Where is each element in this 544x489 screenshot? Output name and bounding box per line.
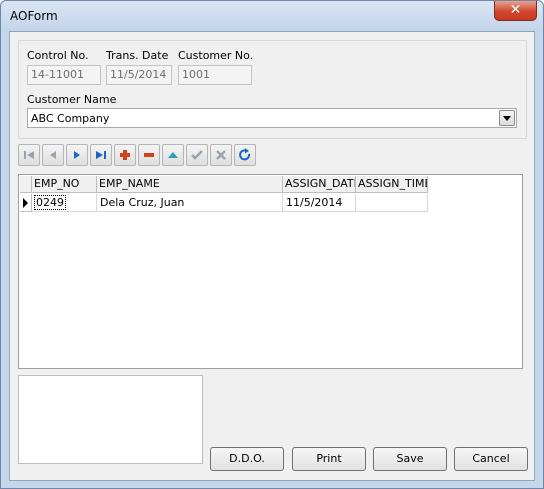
edit-record-button[interactable] [162, 144, 184, 166]
header-panel: Control No. 14-11001 Trans. Date 11/5/20… [18, 40, 527, 139]
employee-grid[interactable]: EMP_NO EMP_NAME ASSIGN_DATE ASSIGN_TIME … [18, 174, 523, 369]
current-row-icon [23, 198, 28, 208]
edit-icon [168, 152, 178, 158]
control-no-label: Control No. [27, 49, 89, 62]
last-icon [96, 151, 106, 159]
insert-record-button[interactable] [114, 144, 136, 166]
first-icon [24, 151, 34, 159]
trans-date-field[interactable]: 11/5/2014 [106, 65, 172, 85]
row-indicator[interactable] [20, 194, 32, 212]
prior-icon [50, 151, 56, 159]
column-header-emp-name[interactable]: EMP_NAME [97, 176, 283, 193]
column-header-emp-no[interactable]: EMP_NO [32, 176, 97, 193]
table-cell-assign-date[interactable]: 11/5/2014 [283, 194, 356, 212]
trans-date-label: Trans. Date [106, 49, 169, 62]
app-window: AOForm ✕ Control No. 14-11001 Trans. Dat… [0, 0, 544, 489]
prior-record-button[interactable] [42, 144, 64, 166]
ddo-button[interactable]: D.D.O. [210, 447, 284, 471]
post-record-button[interactable] [186, 144, 208, 166]
save-button[interactable]: Save [373, 447, 447, 471]
refresh-icon [239, 148, 251, 161]
post-icon [191, 150, 203, 160]
last-record-button[interactable] [90, 144, 112, 166]
focused-cell-value: 0249 [34, 195, 66, 210]
grid-corner [20, 176, 32, 193]
print-button[interactable]: Print [292, 447, 366, 471]
window-title: AOForm [10, 9, 58, 23]
chevron-down-icon[interactable] [499, 110, 515, 126]
cancel-icon [216, 150, 226, 160]
memo-box[interactable] [18, 375, 203, 464]
delete-icon [144, 153, 154, 157]
table-cell-assign-time[interactable] [356, 194, 428, 212]
customer-no-field[interactable]: 1001 [178, 65, 252, 85]
column-header-assign-date[interactable]: ASSIGN_DATE [283, 176, 356, 193]
control-no-field[interactable]: 14-11001 [27, 65, 101, 85]
cancel-edit-button[interactable] [210, 144, 232, 166]
title-bar[interactable]: AOForm ✕ [1, 1, 543, 31]
customer-name-combo[interactable]: ABC Company [27, 108, 517, 128]
cancel-button[interactable]: Cancel [454, 447, 528, 471]
first-record-button[interactable] [18, 144, 40, 166]
customer-name-value: ABC Company [31, 112, 110, 125]
insert-icon [120, 150, 130, 160]
form-client-area: Control No. 14-11001 Trans. Date 11/5/20… [9, 31, 535, 481]
delete-record-button[interactable] [138, 144, 160, 166]
customer-no-label: Customer No. [178, 49, 254, 62]
customer-name-label: Customer Name [27, 93, 117, 106]
close-button[interactable]: ✕ [494, 1, 537, 21]
next-record-button[interactable] [66, 144, 88, 166]
table-cell-emp-no[interactable]: 0249 [32, 194, 97, 212]
refresh-button[interactable] [234, 144, 256, 166]
column-header-assign-time[interactable]: ASSIGN_TIME [356, 176, 428, 193]
next-icon [74, 151, 80, 159]
table-cell-emp-name[interactable]: Dela Cruz, Juan [97, 194, 283, 212]
